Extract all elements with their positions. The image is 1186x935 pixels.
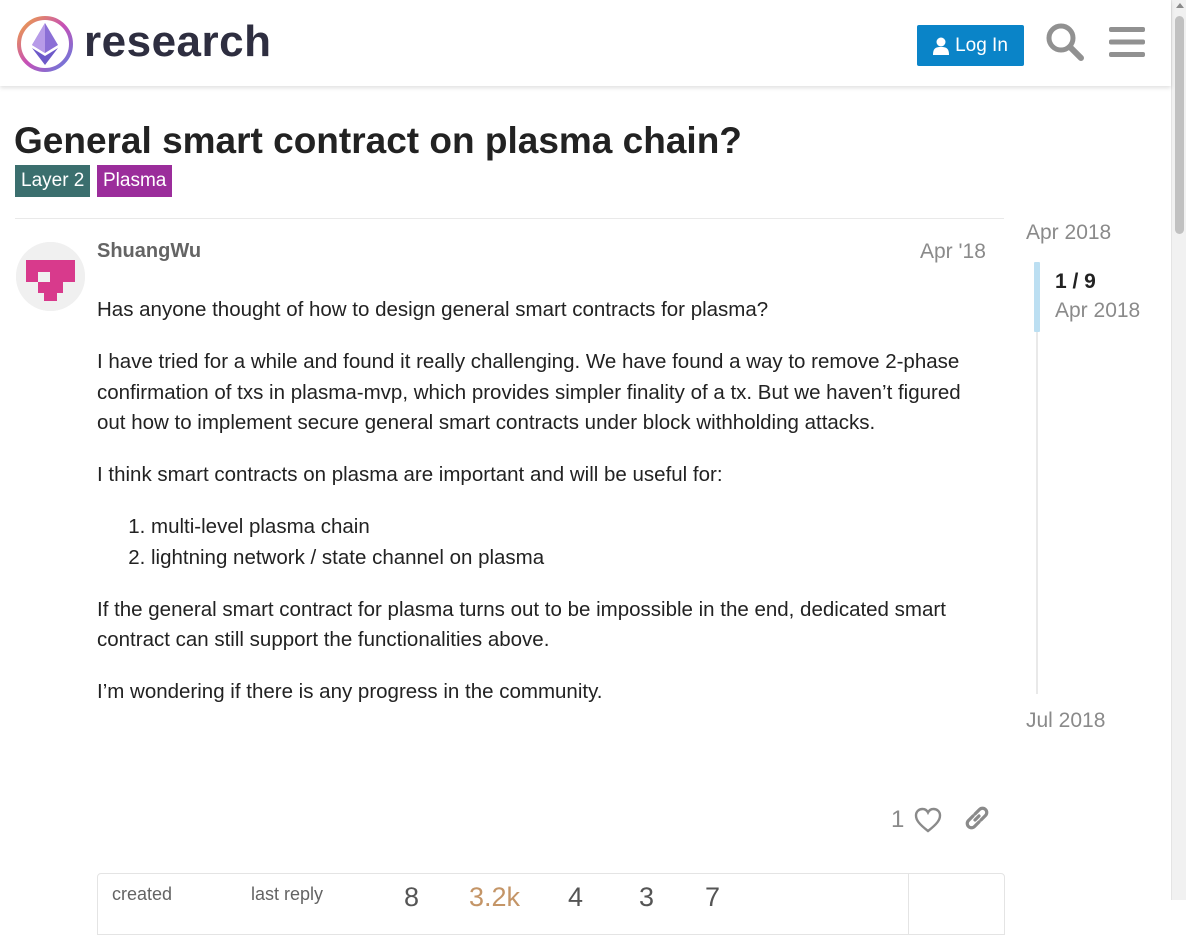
divider (908, 874, 909, 934)
stat-views: 3.2k (469, 882, 521, 912)
post-paragraph: If the general smart contract for plasma… (97, 597, 946, 652)
scrollbar-thumb[interactable] (1175, 16, 1184, 234)
site-name[interactable]: research (84, 16, 271, 68)
link-icon[interactable] (962, 803, 992, 833)
stat-replies: 8 (404, 882, 420, 912)
divider (15, 218, 1004, 219)
timeline-position: 1 / 9 (1055, 270, 1096, 293)
page-scrollbar[interactable] (1171, 0, 1186, 900)
logo-icon[interactable] (16, 15, 74, 73)
timeline-position-date: Apr 2018 (1055, 299, 1141, 322)
list-item: lightning network / state channel on pla… (151, 543, 977, 574)
stat-last-reply-label: last reply (251, 884, 324, 904)
like-button[interactable]: 1 (891, 802, 942, 838)
topic-map (97, 873, 1005, 935)
post-list: multi-level plasma chain lightning netwo… (97, 512, 977, 573)
stat-created-label: created (112, 884, 173, 904)
post-paragraph: I’m wondering if there is any progress i… (97, 680, 603, 703)
timeline-handle[interactable] (1034, 262, 1040, 332)
scroll-up-arrow-icon[interactable] (1176, 3, 1184, 8)
stat-links: 7 (705, 882, 721, 912)
login-button[interactable]: Log In (917, 25, 1024, 66)
post-paragraph: I think smart contracts on plasma are im… (97, 463, 723, 486)
search-icon[interactable] (1044, 21, 1086, 63)
tag-layer-2[interactable]: Layer 2 (15, 165, 91, 197)
list-item: multi-level plasma chain (151, 512, 977, 543)
post-paragraph: I have tried for a while and found it re… (97, 350, 961, 434)
login-label: Log In (955, 34, 1008, 56)
avatar[interactable] (16, 242, 85, 311)
like-count: 1 (891, 806, 905, 833)
site-header: research Log In (0, 0, 1171, 86)
user-icon (933, 37, 950, 55)
post-body: Has anyone thought of how to design gene… (97, 295, 977, 729)
identicon-icon (16, 242, 85, 311)
post-date[interactable]: Apr '18 (920, 240, 986, 264)
post-username[interactable]: ShuangWu (97, 240, 201, 263)
stat-users: 4 (568, 882, 584, 912)
timeline-end-date[interactable]: Jul 2018 (1026, 709, 1105, 733)
timeline-start-date[interactable]: Apr 2018 (1026, 221, 1111, 245)
tag-plasma[interactable]: Plasma (97, 165, 173, 197)
heart-icon (915, 807, 942, 833)
topic-title[interactable]: General smart contract on plasma chain? (14, 118, 742, 164)
stat-likes: 3 (639, 882, 655, 912)
post-paragraph: Has anyone thought of how to design gene… (97, 298, 769, 321)
hamburger-menu-icon[interactable] (1106, 21, 1148, 63)
